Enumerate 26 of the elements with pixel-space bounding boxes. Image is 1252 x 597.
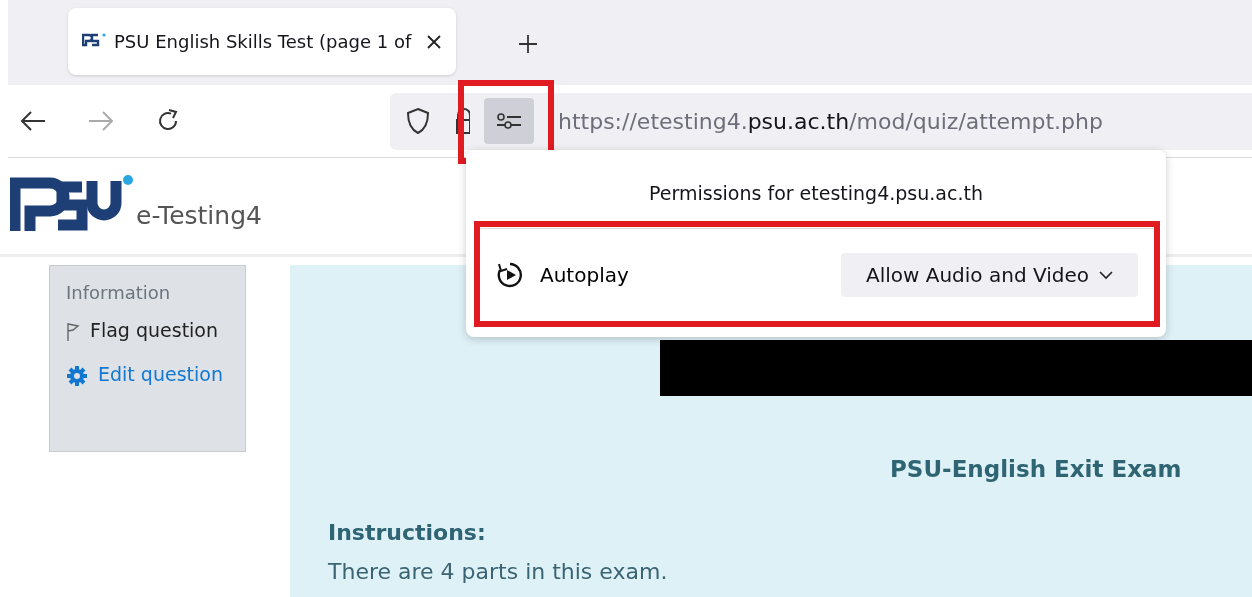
browser-tab[interactable]: PSU English Skills Test (page 1 of xyxy=(68,8,456,75)
permissions-button[interactable] xyxy=(484,98,534,144)
sliders-icon[interactable] xyxy=(496,113,522,129)
flag-icon xyxy=(66,321,80,342)
back-icon[interactable] xyxy=(20,111,46,131)
close-icon[interactable] xyxy=(426,33,442,50)
new-tab-icon[interactable] xyxy=(518,34,538,54)
gear-icon xyxy=(66,364,88,387)
url-text: https://etesting4.psu.ac.th/mod/quiz/attempt.php xyxy=(558,108,1103,134)
address-bar[interactable]: https://etesting4.psu.ac.th/mod/quiz/attempt.php xyxy=(390,92,1252,150)
tab-title: PSU English Skills Test (page 1 of xyxy=(114,31,413,52)
popup-title: Permissions for etesting4.psu.ac.th xyxy=(648,182,984,204)
flag-question-link[interactable]: Flag question xyxy=(90,319,219,341)
shield-icon[interactable] xyxy=(406,107,430,135)
permission-dropdown[interactable]: Allow Audio and Video xyxy=(841,253,1138,297)
reload-icon[interactable] xyxy=(156,109,180,133)
edit-question-link[interactable]: Edit question xyxy=(98,363,223,385)
autoplay-icon xyxy=(496,261,524,289)
instructions-heading: Instructions: xyxy=(328,520,487,545)
panel-heading: Information xyxy=(66,282,172,303)
site-name: e-Testing4 xyxy=(136,200,262,230)
permission-label: Autoplay xyxy=(540,263,630,287)
instructions-text: There are 4 parts in this exam. xyxy=(328,559,669,584)
exam-title: PSU-English Exit Exam xyxy=(890,456,1183,482)
lock-icon[interactable] xyxy=(456,108,470,134)
chevron-icon[interactable] xyxy=(1099,270,1113,280)
